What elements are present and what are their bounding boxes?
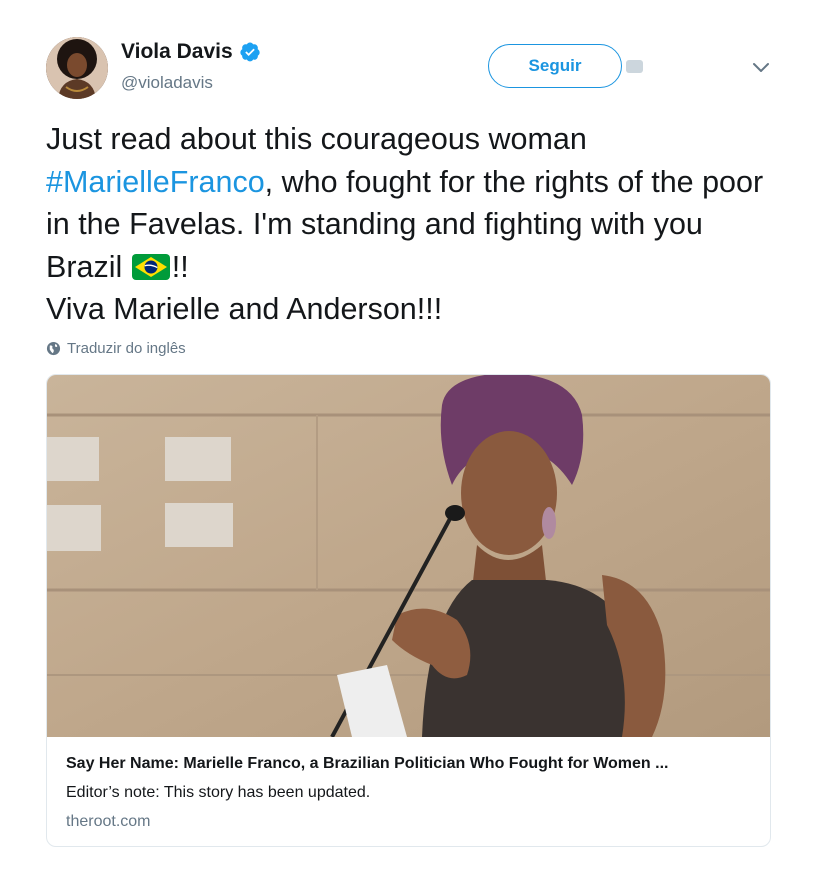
link-card[interactable]: Say Her Name: Marielle Franco, a Brazili…	[46, 374, 771, 847]
follow-button[interactable]: Seguir	[488, 44, 622, 88]
card-title: Say Her Name: Marielle Franco, a Brazili…	[66, 755, 669, 772]
display-name[interactable]: Viola Davis	[121, 40, 233, 64]
author-name-row: Viola Davis	[121, 40, 261, 64]
tweet: Viola Davis @violadavis Seguir Just read…	[0, 0, 822, 870]
tweet-text-part1: Just read about this courageous woman	[46, 122, 587, 156]
globe-icon	[46, 341, 61, 356]
translate-label: Traduzir do inglês	[67, 340, 186, 357]
handle[interactable]: @violadavis	[121, 73, 213, 93]
avatar[interactable]	[46, 37, 108, 99]
chevron-down-icon[interactable]	[750, 58, 772, 76]
tweet-text-line2: Viva Marielle and Anderson!!!	[46, 292, 443, 326]
card-image	[47, 375, 770, 737]
tweet-text: Just read about this courageous woman #M…	[46, 118, 786, 331]
card-domain: theroot.com	[66, 813, 151, 830]
verified-badge-icon	[240, 42, 260, 62]
tweet-text-part3: !!	[171, 249, 189, 284]
translate-link[interactable]: Traduzir do inglês	[46, 340, 186, 357]
card-description: Editor’s note: This story has been updat…	[66, 784, 371, 801]
follow-options-icon[interactable]	[626, 60, 643, 73]
hashtag-link[interactable]: #MarielleFranco	[46, 165, 265, 199]
brazil-flag-emoji	[131, 253, 170, 280]
